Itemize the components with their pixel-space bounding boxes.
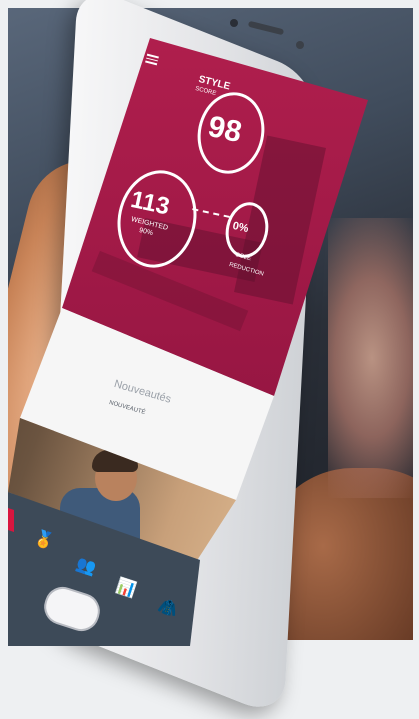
style-score-value: 98 [205, 110, 245, 150]
phone: STYLE SCORE 98 113 WEIGHTED 90% 0% CO2E … [0, 0, 419, 719]
app-screen: STYLE SCORE 98 113 WEIGHTED 90% 0% CO2E … [0, 0, 419, 646]
